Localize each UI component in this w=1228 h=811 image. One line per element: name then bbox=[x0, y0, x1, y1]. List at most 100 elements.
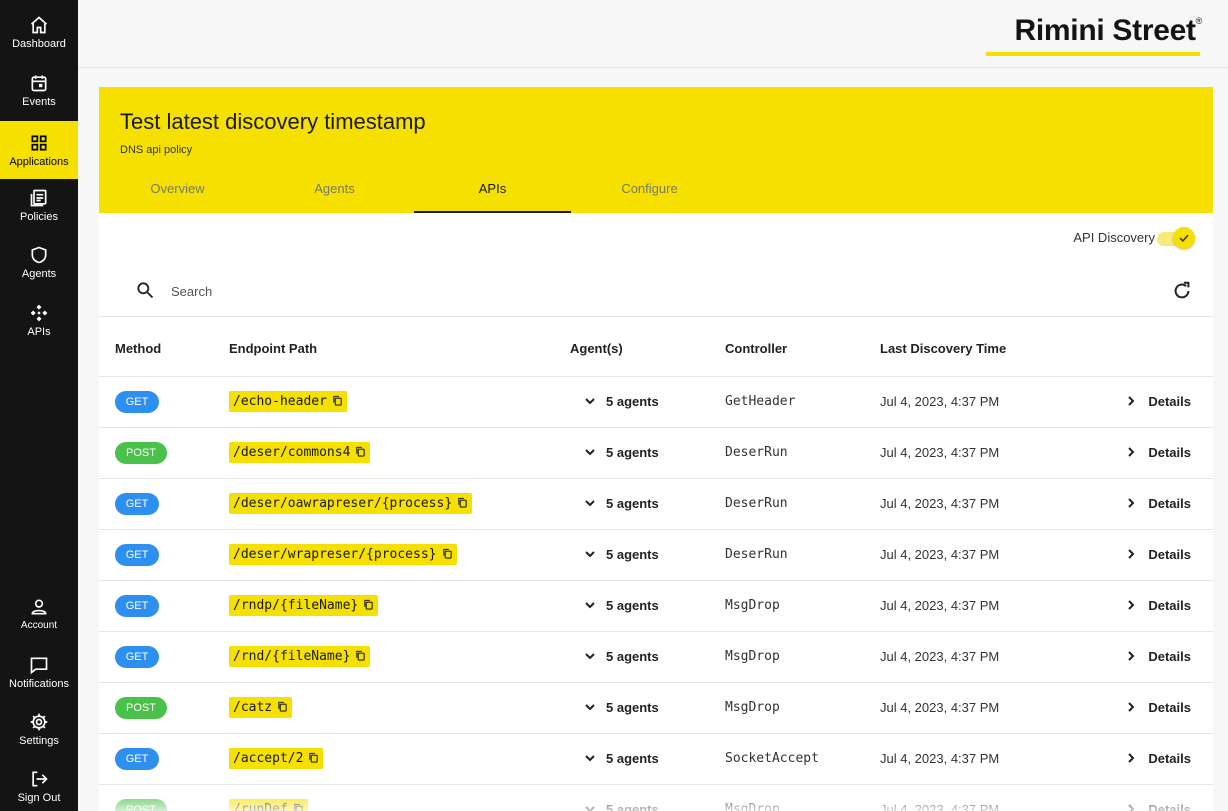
copy-icon[interactable] bbox=[442, 545, 453, 559]
sidebar-item-events[interactable]: Events bbox=[0, 72, 78, 118]
endpoint-path[interactable]: /deser/wrapreser/{process} bbox=[229, 544, 457, 565]
method-badge: GET bbox=[115, 646, 159, 668]
copy-icon[interactable] bbox=[277, 698, 288, 712]
copy-icon[interactable] bbox=[355, 443, 366, 457]
table-row: GET/rndp/{fileName} 5 agents MsgDrop Jul 4,… bbox=[99, 580, 1213, 631]
details-link[interactable]: Details bbox=[1126, 496, 1191, 511]
tab-configure[interactable]: Configure bbox=[571, 176, 728, 213]
sidebar-item-applications[interactable]: Applications bbox=[0, 121, 78, 179]
sidebar-item-apis[interactable]: APIs bbox=[0, 302, 78, 348]
details-link[interactable]: Details bbox=[1126, 649, 1191, 664]
column-header-method: Method bbox=[115, 341, 162, 356]
copy-icon[interactable] bbox=[293, 800, 304, 811]
sidebar-item-settings[interactable]: Settings bbox=[0, 711, 78, 751]
copy-icon[interactable] bbox=[355, 647, 366, 661]
logo-registered-mark: ® bbox=[1195, 16, 1203, 26]
details-label: Details bbox=[1148, 802, 1191, 811]
details-link[interactable]: Details bbox=[1126, 547, 1191, 562]
endpoint-path[interactable]: /echo-header bbox=[229, 391, 347, 412]
agents-count: 5 agents bbox=[606, 751, 659, 766]
agents-dropdown[interactable]: 5 agents bbox=[584, 700, 659, 715]
logo-text: Rimini Street bbox=[1014, 14, 1196, 47]
controller-name: DeserRun bbox=[725, 445, 788, 460]
last-discovery-time: Jul 4, 2023, 4:37 PM bbox=[880, 802, 1000, 811]
chevron-right-icon bbox=[1126, 650, 1136, 662]
agents-dropdown[interactable]: 5 agents bbox=[584, 751, 659, 766]
details-label: Details bbox=[1148, 598, 1191, 613]
endpoint-path[interactable]: /catz bbox=[229, 697, 293, 718]
chevron-down-icon bbox=[584, 752, 596, 764]
details-label: Details bbox=[1148, 394, 1191, 409]
sidebar-item-label: APIs bbox=[27, 326, 51, 338]
column-header-last-discovery: Last Discovery Time bbox=[880, 341, 1007, 356]
sidebar-item-policies[interactable]: Policies bbox=[0, 187, 78, 233]
details-link[interactable]: Details bbox=[1126, 802, 1191, 811]
sidebar-item-notifications[interactable]: Notifications bbox=[0, 654, 78, 694]
endpoint-path-text: /catz bbox=[233, 700, 273, 715]
copy-icon[interactable] bbox=[308, 749, 319, 763]
method-badge: GET bbox=[115, 748, 159, 770]
chevron-right-icon bbox=[1126, 701, 1136, 713]
controller-name: MsgDrop bbox=[725, 700, 780, 715]
copy-icon[interactable] bbox=[457, 494, 468, 508]
api-discovery-toggle[interactable] bbox=[1157, 227, 1195, 249]
sidebar-item-agents[interactable]: Agents bbox=[0, 244, 78, 290]
application-panel: Test latest discovery timestamp DNS api … bbox=[99, 87, 1213, 811]
copy-icon[interactable] bbox=[332, 392, 343, 406]
details-link[interactable]: Details bbox=[1126, 751, 1191, 766]
api-icon bbox=[28, 302, 50, 324]
endpoint-path[interactable]: /rndp/{fileName} bbox=[229, 595, 379, 616]
copy-icon[interactable] bbox=[363, 596, 374, 610]
agents-count: 5 agents bbox=[606, 394, 659, 409]
tab-agents[interactable]: Agents bbox=[256, 176, 413, 213]
method-badge: GET bbox=[115, 544, 159, 566]
agents-dropdown[interactable]: 5 agents bbox=[584, 802, 659, 811]
last-discovery-time: Jul 4, 2023, 4:37 PM bbox=[880, 751, 1000, 766]
sidebar-item-label: Notifications bbox=[9, 678, 69, 690]
sidebar-item-dashboard[interactable]: Dashboard bbox=[0, 14, 78, 60]
tab-apis[interactable]: APIs bbox=[414, 176, 571, 213]
endpoint-path[interactable]: /deser/commons4 bbox=[229, 442, 371, 463]
details-link[interactable]: Details bbox=[1126, 445, 1191, 460]
search-icon bbox=[137, 282, 154, 299]
search-input[interactable] bbox=[171, 279, 571, 303]
agents-count: 5 agents bbox=[606, 547, 659, 562]
check-icon bbox=[1179, 234, 1189, 242]
message-icon bbox=[28, 654, 50, 676]
endpoint-path-text: /deser/commons4 bbox=[233, 445, 351, 460]
endpoint-path[interactable]: /rnd/{fileName} bbox=[229, 646, 371, 667]
agents-dropdown[interactable]: 5 agents bbox=[584, 394, 659, 409]
app-banner: Test latest discovery timestamp DNS api … bbox=[99, 87, 1213, 213]
table-row: GET/rnd/{fileName} 5 agents MsgDrop Jul 4, … bbox=[99, 631, 1213, 682]
sidebar-item-account[interactable]: Account bbox=[0, 596, 78, 632]
table-row: POST/runDef 5 agents MsgDrop Jul 4, 2023, 4… bbox=[99, 784, 1213, 811]
agents-dropdown[interactable]: 5 agents bbox=[584, 547, 659, 562]
refresh-icon[interactable] bbox=[1171, 280, 1193, 302]
endpoint-path[interactable]: /runDef bbox=[229, 799, 308, 811]
sidebar-item-sign-out[interactable]: Sign Out bbox=[0, 768, 78, 808]
last-discovery-time: Jul 4, 2023, 4:37 PM bbox=[880, 445, 1000, 460]
details-label: Details bbox=[1148, 649, 1191, 664]
details-label: Details bbox=[1148, 700, 1191, 715]
controller-name: MsgDrop bbox=[725, 598, 780, 613]
agents-dropdown[interactable]: 5 agents bbox=[584, 649, 659, 664]
details-link[interactable]: Details bbox=[1126, 394, 1191, 409]
agents-count: 5 agents bbox=[606, 496, 659, 511]
controller-name: DeserRun bbox=[725, 547, 788, 562]
details-link[interactable]: Details bbox=[1126, 598, 1191, 613]
endpoint-path[interactable]: /deser/oawrapreser/{process} bbox=[229, 493, 473, 514]
endpoint-path[interactable]: /accept/2 bbox=[229, 748, 324, 769]
search-bar bbox=[99, 267, 1213, 317]
chevron-right-icon bbox=[1126, 446, 1136, 458]
endpoint-path-text: /rndp/{fileName} bbox=[233, 598, 359, 613]
endpoint-path-text: /runDef bbox=[233, 802, 288, 811]
tab-overview[interactable]: Overview bbox=[99, 176, 256, 213]
chevron-down-icon bbox=[584, 803, 596, 811]
agents-dropdown[interactable]: 5 agents bbox=[584, 445, 659, 460]
agents-dropdown[interactable]: 5 agents bbox=[584, 598, 659, 613]
last-discovery-time: Jul 4, 2023, 4:37 PM bbox=[880, 700, 1000, 715]
details-link[interactable]: Details bbox=[1126, 700, 1191, 715]
controller-name: DeserRun bbox=[725, 496, 788, 511]
agents-dropdown[interactable]: 5 agents bbox=[584, 496, 659, 511]
details-label: Details bbox=[1148, 547, 1191, 562]
